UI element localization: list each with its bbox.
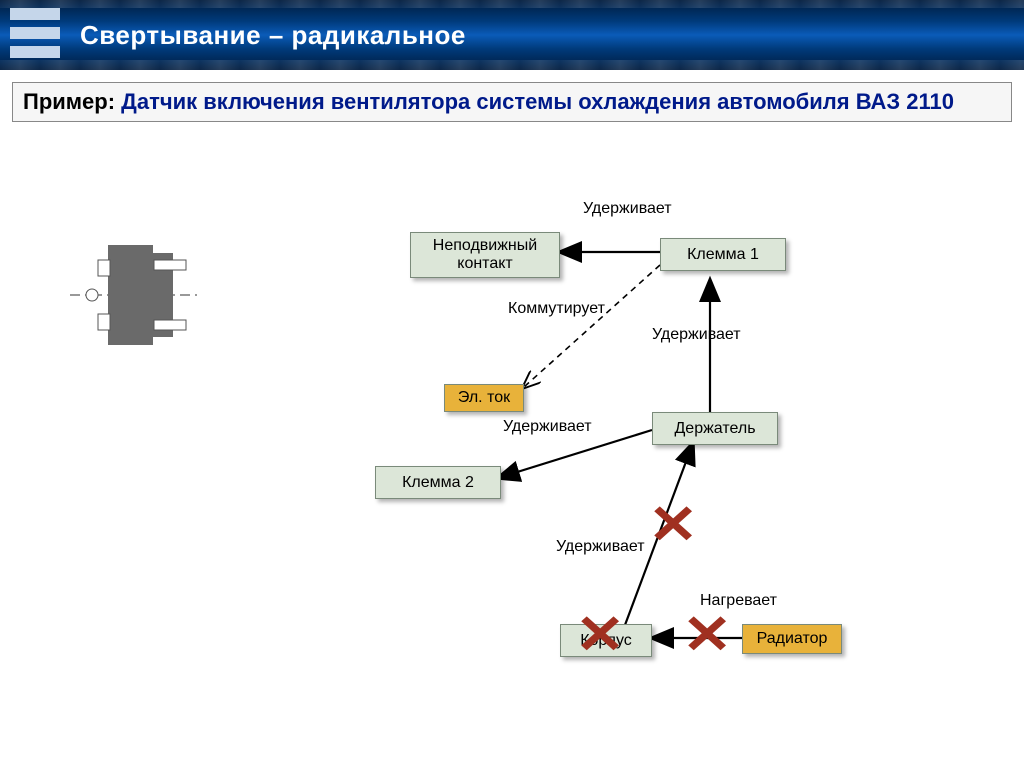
node-holder: Держатель bbox=[652, 412, 778, 445]
example-box: Пример: Датчик включения вентилятора сис… bbox=[12, 82, 1012, 122]
label-heats: Нагревает bbox=[700, 592, 777, 610]
label-commutes: Коммутирует bbox=[508, 300, 605, 318]
node-radiator: Радиатор bbox=[742, 624, 842, 654]
slide-title: Свертывание – радикальное bbox=[80, 20, 466, 51]
label-holds-1: Удерживает bbox=[583, 200, 672, 218]
diagram-canvas: Удерживает Неподвижный контакт Клемма 1 … bbox=[0, 140, 1024, 767]
node-fixed-contact: Неподвижный контакт bbox=[410, 232, 560, 278]
logo-icon bbox=[10, 8, 60, 58]
slide-header: Свертывание – радикальное bbox=[0, 0, 1024, 70]
node-terminal-1: Клемма 1 bbox=[660, 238, 786, 271]
sensor-drawing bbox=[70, 230, 200, 360]
cross-mark-3: ✕ bbox=[682, 604, 732, 667]
cross-mark-1: ✕ bbox=[648, 494, 698, 557]
label-holds-3: Удерживает bbox=[503, 418, 592, 436]
example-text: Датчик включения вентилятора системы охл… bbox=[121, 89, 954, 114]
label-holds-4: Удерживает bbox=[556, 538, 645, 556]
label-holds-2: Удерживает bbox=[652, 326, 741, 344]
node-terminal-2: Клемма 2 bbox=[375, 466, 501, 499]
node-body: Корпус bbox=[560, 624, 652, 657]
node-el-current: Эл. ток bbox=[444, 384, 524, 412]
example-label: Пример: bbox=[23, 89, 121, 114]
